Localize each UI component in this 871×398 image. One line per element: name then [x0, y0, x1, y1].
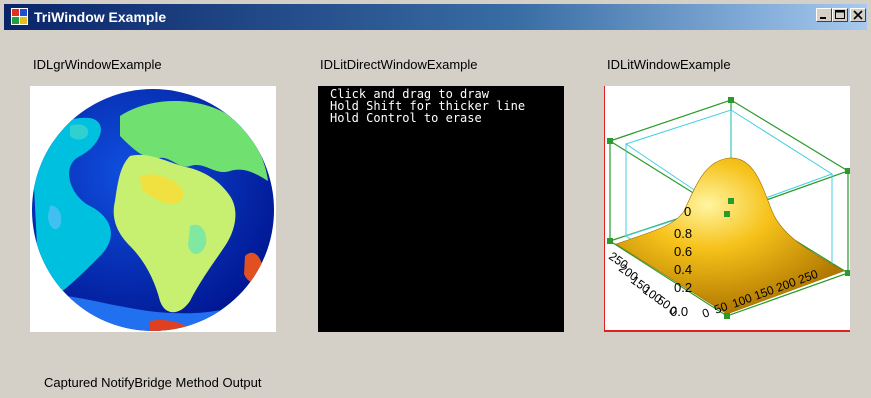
idlit-window-canvas[interactable]: 0 0.8 0.6 0.4 0.2 0.0 0 50 100 150 200 2… — [603, 86, 851, 332]
idlit-window-label: IDLitWindowExample — [607, 57, 731, 72]
surface-plot-3d: 0 0.8 0.6 0.4 0.2 0.0 0 50 100 150 200 2… — [603, 86, 851, 332]
minimize-button[interactable] — [816, 8, 832, 22]
idlit-direct-window-label: IDLitDirectWindowExample — [320, 57, 478, 72]
window-title: TriWindow Example — [34, 9, 167, 25]
maximize-icon — [835, 10, 845, 19]
draw-instruction-3: Hold Control to erase — [330, 111, 482, 125]
idlit-direct-window-canvas[interactable]: Click and drag to draw Hold Shift for th… — [318, 86, 564, 332]
close-button[interactable] — [850, 8, 866, 22]
maximize-button[interactable] — [832, 8, 848, 22]
z-tick-1: 0.8 — [674, 226, 692, 241]
z-tick-4: 0.2 — [674, 280, 692, 295]
minimize-icon — [820, 17, 826, 19]
notify-bridge-output-label: Captured NotifyBridge Method Output — [44, 375, 262, 390]
x-tick-0: 0 — [700, 305, 711, 321]
idlgr-window-label: IDLgrWindowExample — [33, 57, 162, 72]
close-icon — [853, 10, 863, 20]
title-bar[interactable]: TriWindow Example — [4, 4, 867, 30]
z-tick-3: 0.4 — [674, 262, 692, 277]
window-app-icon[interactable] — [11, 8, 28, 25]
triwindow-example-window: TriWindow Example IDLgrWindowExample IDL… — [0, 0, 871, 398]
z-tick-2: 0.6 — [674, 244, 692, 259]
z-tick-0: 0 — [684, 204, 691, 219]
earth-globe-image — [32, 89, 274, 331]
idlgr-window-canvas[interactable] — [30, 86, 276, 332]
